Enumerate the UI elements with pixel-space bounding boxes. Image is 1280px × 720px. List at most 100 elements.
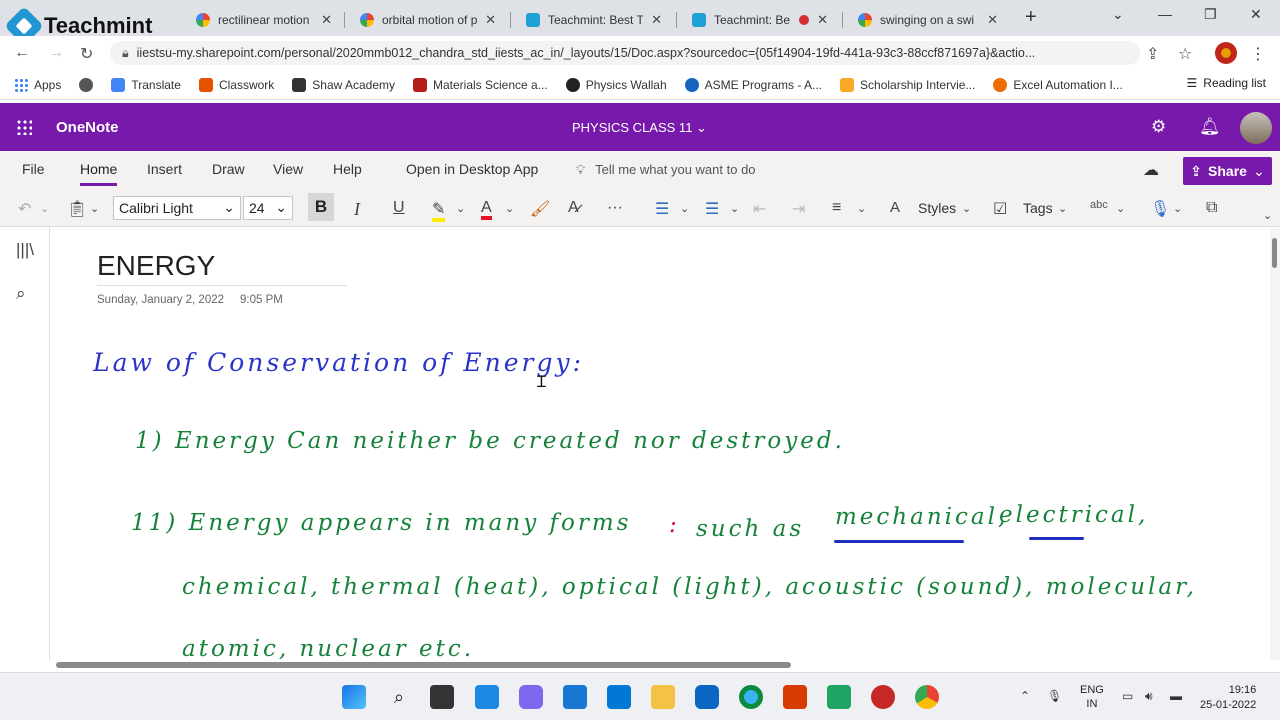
avatar[interactable]	[1240, 112, 1272, 144]
clear-formatting-icon[interactable]: A̷	[568, 199, 579, 217]
chevron-down-icon[interactable]: ⌄	[680, 202, 689, 215]
file-explorer-icon[interactable]	[651, 685, 675, 709]
sync-cloud-icon[interactable]: ☁	[1143, 160, 1159, 180]
ink-colon[interactable]: :	[669, 512, 680, 538]
tell-me-search[interactable]: 💡︎ Tell me what you want to do	[576, 162, 756, 178]
open-desktop-app-button[interactable]: Open in Desktop App	[406, 161, 538, 177]
new-tab-icon[interactable]: +	[1025, 6, 1037, 29]
url-input[interactable]: 🔒︎ iiestsu-my.sharepoint.com/personal/20…	[110, 41, 1140, 65]
profile-avatar[interactable]	[1215, 42, 1237, 64]
chevron-down-icon[interactable]: ⌄	[505, 202, 514, 215]
tag-checkbox-icon[interactable]: ☑	[993, 199, 1007, 219]
chevron-down-icon[interactable]: ⌄	[962, 202, 971, 215]
reload-icon[interactable]: ↻	[80, 44, 93, 64]
font-name-select[interactable]: Calibri Light ⌄	[113, 196, 241, 220]
mail-icon[interactable]	[607, 685, 631, 709]
ink-electrical[interactable]: electrical,	[999, 502, 1148, 528]
tab-view[interactable]: View	[273, 161, 303, 177]
page-canvas[interactable]: ENERGY Sunday, January 2, 2022 9:05 PM L…	[51, 228, 1269, 660]
tab-draw[interactable]: Draw	[212, 161, 245, 177]
tab-search-icon[interactable]: ⌄	[1112, 6, 1124, 23]
bookmark-scholarship[interactable]: Scholarship Intervie...	[840, 77, 975, 92]
increase-indent-icon[interactable]: ⇥	[792, 199, 805, 219]
horizontal-scroll-thumb[interactable]	[56, 662, 791, 668]
volume-icon[interactable]: 🔊︎	[1145, 689, 1153, 704]
tab-help[interactable]: Help	[333, 161, 362, 177]
bookmark-globe[interactable]	[79, 77, 94, 92]
close-icon[interactable]: ✕	[485, 12, 496, 28]
chevron-down-icon[interactable]: ⌄	[456, 202, 465, 215]
bookmark-shaw-academy[interactable]: Shaw Academy	[292, 77, 395, 92]
back-icon[interactable]: ←	[14, 44, 30, 62]
edge-browser-icon[interactable]	[739, 685, 763, 709]
decrease-indent-icon[interactable]: ⇤	[753, 199, 766, 219]
highlight-icon[interactable]: ✎	[432, 199, 446, 222]
horizontal-scrollbar[interactable]	[51, 660, 1270, 670]
close-icon[interactable]: ✕	[987, 12, 998, 28]
browser-tab[interactable]: rectilinear motion ✕	[186, 6, 342, 34]
bookmark-classwork[interactable]: Classwork	[198, 77, 274, 92]
undo-icon[interactable]: ↶	[18, 199, 31, 219]
store-icon[interactable]	[695, 685, 719, 709]
share-page-icon[interactable]: ⇪	[1146, 44, 1159, 64]
battery-icon[interactable]: ▬	[1170, 689, 1182, 703]
immersive-reader-icon[interactable]: ⧉	[1206, 199, 1217, 217]
snipping-tool-icon[interactable]	[827, 685, 851, 709]
numbering-icon[interactable]: ☰	[705, 199, 719, 219]
chevron-down-icon[interactable]: ⌄	[857, 202, 866, 215]
app-launcher-icon[interactable]	[16, 119, 32, 135]
system-clock[interactable]: 19:16 25-01-2022	[1200, 683, 1256, 713]
app-name[interactable]: OneNote	[56, 119, 119, 136]
bullets-icon[interactable]: ☰	[655, 199, 669, 219]
underline-button[interactable]: U	[393, 199, 405, 217]
recorder-app-icon[interactable]	[871, 685, 895, 709]
page-title[interactable]: ENERGY	[97, 250, 215, 282]
bell-icon[interactable]: 🔔︎	[1199, 117, 1221, 137]
close-window-icon[interactable]: ✕	[1250, 6, 1262, 23]
ink-heading[interactable]: Law of Conservation of Energy:	[93, 348, 584, 377]
format-painter-icon[interactable]: 🖌︎	[530, 199, 550, 219]
bold-button[interactable]: B	[308, 193, 334, 221]
vertical-scrollbar[interactable]	[1270, 228, 1280, 660]
close-icon[interactable]: ✕	[651, 12, 662, 28]
browser-tab[interactable]: Teachmint: Best Te ✕	[516, 6, 672, 34]
forward-icon[interactable]: →	[48, 44, 64, 62]
chevron-down-icon[interactable]: ⌄	[1116, 202, 1125, 215]
font-color-icon[interactable]: A	[481, 199, 492, 220]
bookmark-asme[interactable]: ASME Programs - A...	[684, 77, 822, 92]
styles-icon[interactable]: A	[890, 199, 900, 216]
vertical-scroll-thumb[interactable]	[1272, 238, 1277, 268]
align-icon[interactable]: ≡	[832, 199, 841, 217]
ink-line-2b[interactable]: such as	[696, 516, 804, 542]
chrome-icon[interactable]	[915, 685, 939, 709]
start-windows-icon[interactable]	[342, 685, 366, 709]
tab-file[interactable]: File	[22, 161, 45, 177]
browser-tab[interactable]: swinging on a swi ✕	[848, 6, 1008, 34]
bookmark-physics-wallah[interactable]: Physics Wallah	[565, 77, 667, 92]
browser-tab[interactable]: Teachmint: Be ✕	[682, 6, 838, 34]
notebook-selector[interactable]: PHYSICS CLASS 11 ⌄	[572, 120, 707, 136]
minimize-icon[interactable]: —	[1158, 6, 1172, 22]
chevron-down-icon[interactable]: ⌄	[90, 202, 99, 215]
browser-tab[interactable]: orbital motion of p ✕	[350, 6, 506, 34]
clipboard-icon[interactable]: 📋︎	[67, 199, 87, 219]
chevron-down-icon[interactable]: ⌄	[40, 202, 49, 215]
close-icon[interactable]: ✕	[817, 12, 828, 28]
tags-button[interactable]: Tags	[1023, 200, 1053, 216]
teams-chat-icon[interactable]	[519, 685, 543, 709]
chevron-down-icon[interactable]: ⌄	[730, 202, 739, 215]
notebooks-icon[interactable]: |||\	[16, 240, 34, 260]
spelling-icon[interactable]: abc	[1090, 199, 1108, 211]
bookmark-materials-science[interactable]: Materials Science a...	[413, 77, 548, 92]
ribbon-collapse-icon[interactable]: ⌄	[1263, 209, 1272, 222]
task-view-icon[interactable]	[430, 685, 454, 709]
dictate-mic-icon[interactable]: 🎙︎	[1150, 199, 1170, 219]
italic-button[interactable]: I	[354, 199, 360, 220]
chevron-up-icon[interactable]: ⌃	[1020, 689, 1030, 703]
more-icon[interactable]: ···	[607, 199, 623, 217]
ink-line-3[interactable]: chemical, thermal (heat), optical (light…	[182, 574, 1197, 600]
microphone-icon[interactable]: 🎙︎	[1047, 689, 1062, 703]
chevron-down-icon[interactable]: ⌄	[1173, 202, 1182, 215]
todo-icon[interactable]	[563, 685, 587, 709]
gear-icon[interactable]: ⚙	[1151, 117, 1166, 137]
